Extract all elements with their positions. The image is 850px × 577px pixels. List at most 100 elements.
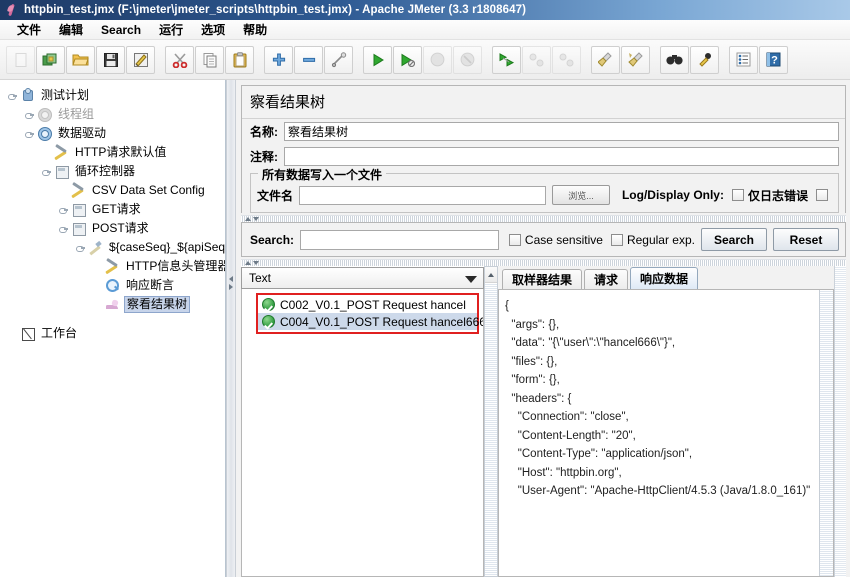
browse-button[interactable]: 浏览... (551, 185, 610, 205)
tree-collapse-handle[interactable] (57, 204, 69, 216)
write-all-data-group: 所有数据写入一个文件 文件名 浏览... Log/Display Only: 仅… (250, 166, 839, 213)
search-input[interactable] (300, 229, 499, 250)
horizontal-splitter[interactable] (226, 80, 236, 577)
search-reset-button[interactable]: Reset (773, 228, 839, 251)
collapse-up-arrow-icon[interactable] (245, 217, 251, 221)
splitter-above-search[interactable] (241, 215, 846, 222)
start-button[interactable] (363, 45, 392, 74)
successes-only-checkbox[interactable] (816, 189, 828, 201)
comment-input[interactable] (284, 147, 839, 166)
list-item[interactable]: C004_V0.1_POST Request hancel666 (258, 313, 483, 330)
menu-item-file[interactable]: 文件 (8, 20, 50, 39)
tree-node[interactable]: 响应断言 (6, 276, 225, 295)
collapse-down-arrow-icon-2[interactable] (253, 261, 259, 265)
splitter-below-search[interactable] (241, 259, 846, 266)
tree-expand-handle[interactable] (23, 128, 35, 140)
shutdown-icon (460, 52, 475, 67)
tree-collapse-handle[interactable] (23, 109, 35, 121)
menu-bar: 文件 编辑 Search 运行 选项 帮助 (0, 20, 850, 40)
start-remote-button[interactable] (492, 45, 521, 74)
view-mode-combo[interactable]: Text (241, 267, 484, 289)
collapse-all-button[interactable] (294, 45, 323, 74)
tree-node[interactable]: 数据驱动 (6, 124, 225, 143)
splitter-left-arrow-icon[interactable] (229, 276, 233, 282)
errors-only-checkbox[interactable] (731, 189, 744, 201)
chevron-down-icon[interactable] (465, 276, 477, 283)
collapse-down-arrow-icon[interactable] (253, 217, 259, 221)
clear-button[interactable] (591, 45, 620, 74)
shutdown-button[interactable] (453, 45, 482, 74)
splitter-grip[interactable] (227, 270, 235, 296)
new-button[interactable] (6, 45, 35, 74)
collapse-up-arrow-icon-2[interactable] (245, 261, 251, 265)
menu-item-edit[interactable]: 编辑 (50, 20, 92, 39)
tree-handle-spacer (6, 328, 18, 340)
stop-remote-button[interactable] (522, 45, 551, 74)
tree-node[interactable]: 线程组 (6, 105, 225, 124)
tree-node[interactable]: POST请求 (6, 219, 225, 238)
tab-request[interactable]: 请求 (584, 269, 629, 289)
list-item-label: C002_V0.1_POST Request hancel (280, 297, 466, 312)
save-button[interactable] (96, 45, 125, 74)
menu-item-run[interactable]: 运行 (150, 20, 192, 39)
stop-button[interactable] (423, 45, 452, 74)
list-item[interactable]: C002_V0.1_POST Request hancel (258, 296, 477, 313)
expand-all-button[interactable] (264, 45, 293, 74)
cut-button[interactable] (165, 45, 194, 74)
search-submit-button[interactable]: Search (701, 228, 767, 251)
test-plan-tree[interactable]: 测试计划 线程组 数据驱动 HTTP请求默认值 循环控制器 CSV Data Set Co… (0, 80, 226, 577)
case-sensitive-checkbox-wrap[interactable]: Case sensitive (508, 233, 603, 247)
floppy-disk-icon (103, 52, 118, 67)
regular-exp-checkbox-wrap[interactable]: Regular exp. (610, 233, 695, 247)
name-input[interactable]: 察看结果树 (284, 122, 839, 141)
splitter-right-arrow-icon[interactable] (229, 284, 233, 290)
toggle-button[interactable] (324, 45, 353, 74)
tree-node[interactable]: HTTP请求默认值 (6, 143, 225, 162)
page-title: 察看结果树 (242, 86, 845, 119)
tree-expand-handle[interactable] (6, 90, 18, 102)
response-vertical-scrollbar[interactable] (819, 290, 833, 576)
copy-button[interactable] (195, 45, 224, 74)
tree-node[interactable]: GET请求 (6, 200, 225, 219)
start-no-timers-button[interactable] (393, 45, 422, 74)
open-button[interactable] (66, 45, 95, 74)
tab-response-data[interactable]: 响应数据 (630, 267, 699, 289)
menu-item-search[interactable]: Search (92, 22, 150, 38)
successes-only-checkbox-wrap[interactable] (816, 189, 832, 201)
search-button[interactable] (660, 45, 689, 74)
menu-item-help[interactable]: 帮助 (234, 20, 276, 39)
result-items-list[interactable]: C002_V0.1_POST Request hancel C004_V0.1_… (241, 289, 484, 577)
filename-label: 文件名 (257, 188, 294, 203)
filename-input[interactable] (299, 185, 546, 205)
tree-node[interactable]: 工作台 (6, 324, 225, 343)
templates-button[interactable] (36, 45, 65, 74)
tree-node[interactable]: HTTP信息头管理器 (6, 257, 225, 276)
tree-expand-handle[interactable] (74, 242, 86, 254)
tree-expand-handle[interactable] (57, 223, 69, 235)
menu-item-options[interactable]: 选项 (192, 20, 234, 39)
response-data-text[interactable]: { "args": {}, "data": "{\"user\":\"hance… (499, 290, 819, 576)
tree-handle-spacer (91, 261, 103, 273)
paste-button[interactable] (225, 45, 254, 74)
results-list-scrollbar[interactable] (484, 266, 498, 577)
clear-all-button[interactable] (621, 45, 650, 74)
case-sensitive-checkbox[interactable] (508, 233, 521, 246)
function-helper-button[interactable] (729, 45, 758, 74)
tab-sampler-result[interactable]: 取样器结果 (502, 269, 583, 289)
tree-node-label: 工作台 (41, 326, 78, 340)
shutdown-remote-button[interactable] (552, 45, 581, 74)
tree-node[interactable]: 循环控制器 (6, 162, 225, 181)
outer-right-scrollbar[interactable] (834, 266, 846, 577)
tree-node[interactable]: 测试计划 (6, 86, 225, 105)
tree-node[interactable]: ${caseSeq}_${apiSeq}_ (6, 238, 225, 257)
tree-expand-handle[interactable] (40, 166, 52, 178)
copy-icon (203, 52, 216, 67)
tree-node[interactable]: CSV Data Set Config (6, 181, 225, 200)
tree-node[interactable]: 察看结果树 (6, 295, 225, 314)
save-as-button[interactable] (126, 45, 155, 74)
results-list-scroll-up-button[interactable] (485, 267, 497, 283)
regular-exp-checkbox[interactable] (610, 233, 623, 246)
help-button[interactable]: ? (759, 45, 788, 74)
errors-only-checkbox-wrap[interactable]: 仅日志错误 (731, 187, 808, 204)
search-reset-button[interactable] (690, 45, 719, 74)
